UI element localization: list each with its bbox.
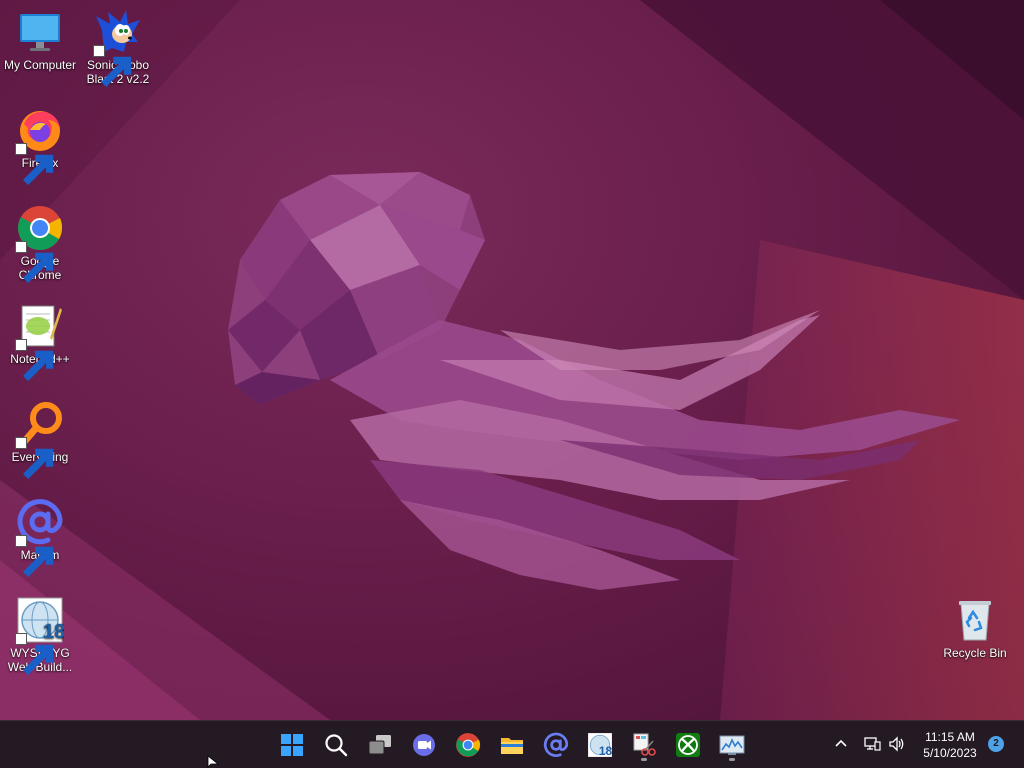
volume-icon [889,736,904,752]
svg-text:18: 18 [599,744,613,758]
task-view-icon [368,735,391,755]
tray-clock[interactable]: 11:15 AM 5/10/2023 [912,729,988,761]
taskbar-chrome-button[interactable] [450,727,486,763]
desktop-icon-firefox[interactable]: Firefox [0,106,80,185]
chrome-icon [456,733,481,757]
teams-chat-icon [413,734,435,756]
mouse-cursor-icon [207,756,219,768]
desktop-icon-google-chrome[interactable]: Google Chrome [0,204,80,283]
mail-at-icon [15,498,64,577]
desktop-icon-my-computer[interactable]: My Computer [0,8,80,72]
desktop-icon-everything[interactable]: Everything [0,400,80,479]
network-icon [864,737,881,751]
everything-search-icon [15,400,64,479]
chevron-up-icon [835,739,847,747]
tray-volume-button[interactable] [886,733,908,755]
monitor-icon [16,8,64,56]
taskbar-start-button[interactable] [274,727,310,763]
taskbar-xbox-button[interactable] [670,727,706,763]
chrome-icon [15,204,64,283]
recycle-bin-icon [951,596,999,644]
shortcut-arrow-icon [15,535,54,577]
taskbar-snipping-tool-button[interactable] [626,727,662,763]
desktop-icon-label: My Computer [3,58,77,72]
desktop-icon-wysiwyg-web-builder[interactable]: 18 WYSIWYG Web Build... [0,596,80,675]
shortcut-arrow-icon [15,143,54,185]
taskbar: 18 11:15 AM 5/10/2023 2 [0,720,1024,768]
taskbar-resource-monitor-button[interactable] [714,727,750,763]
taskbar-task-view-button[interactable] [362,727,398,763]
jellyfish-wallpaper [0,0,1024,720]
taskbar-chat-button[interactable] [406,727,442,763]
shortcut-arrow-icon [15,339,54,381]
taskbar-mail-tm-button[interactable] [538,727,574,763]
desktop-icon-recycle-bin[interactable]: Recycle Bin [935,596,1015,660]
notification-count-badge[interactable]: 2 [988,736,1004,752]
desktop-icon-mail-tm[interactable]: Mail.tm [0,498,80,577]
tray-show-hidden-icons-button[interactable] [830,733,852,755]
taskbar-file-explorer-button[interactable] [494,727,530,763]
resource-monitor-icon [719,735,745,755]
desktop[interactable]: My Computer Sonic Robo Blast 2 v2.2 Fire… [0,0,1024,720]
taskbar-wysiwyg-web-builder-button[interactable]: 18 [582,727,618,763]
search-icon [325,734,348,757]
desktop-icon-label: Recycle Bin [943,646,1007,660]
shortcut-arrow-icon [93,45,132,87]
taskbar-search-button[interactable] [318,727,354,763]
shortcut-arrow-icon [15,241,54,283]
shortcut-arrow-icon [15,437,54,479]
tray-network-button[interactable] [861,733,883,755]
windows-start-icon [281,734,303,756]
clock-date: 5/10/2023 [923,746,977,760]
folder-icon [501,738,523,754]
wysiwyg-web-builder-icon: 18 [588,733,613,758]
sonic-icon [93,8,142,87]
desktop-icon-sonic-robo-blast-2[interactable]: Sonic Robo Blast 2 v2.2 [78,8,158,87]
notepad-plus-plus-icon [15,302,64,381]
desktop-icon-notepad-plus-plus[interactable]: Notepad++ [0,302,80,381]
shortcut-arrow-icon [15,633,54,675]
running-indicator [729,758,735,761]
running-indicator [641,758,647,761]
firefox-icon [15,106,64,185]
xbox-icon [676,733,700,757]
snipping-tool-icon [633,733,656,756]
mail-at-icon [543,732,569,757]
clock-time: 11:15 AM [925,730,975,744]
wysiwyg-web-builder-icon: 18 [15,596,64,675]
